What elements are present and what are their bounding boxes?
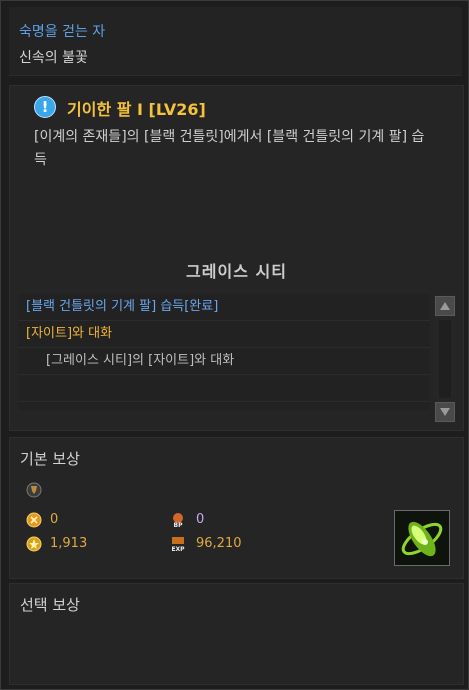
svg-text:BP: BP bbox=[174, 522, 184, 528]
gold-value: 1,913 bbox=[50, 536, 88, 551]
bp-value: 0 bbox=[196, 512, 205, 527]
scroll-down-button[interactable] bbox=[435, 402, 455, 422]
scroll-track[interactable] bbox=[439, 320, 451, 398]
quest-description: [이계의 존재들]의 [블랙 건틀릿]에게서 [블랙 건틀릿의 기계 팔] 습득 bbox=[34, 129, 425, 168]
objective-scrollbar[interactable] bbox=[434, 294, 456, 424]
coin-value: 0 bbox=[50, 512, 59, 527]
select-reward-title: 선택 보상 bbox=[20, 596, 80, 614]
quest-chain-title: 숙명을 걷는 자 bbox=[19, 24, 106, 40]
reward-item-slot[interactable] bbox=[394, 510, 450, 566]
select-reward-panel: 선택 보상 bbox=[9, 583, 464, 685]
objective-item-active[interactable]: [자이트]와 대화 bbox=[18, 321, 430, 348]
objective-subitem[interactable]: [그레이스 시티]의 [자이트]와 대화 bbox=[18, 348, 430, 375]
quest-region: 그레이스 시티 bbox=[186, 262, 287, 281]
exclamation-icon: ! bbox=[34, 96, 56, 118]
objective-label: [블랙 건틀릿의 기계 팔] 습득[완료] bbox=[26, 299, 219, 314]
quest-chain-subtitle: 신속의 불꽃 bbox=[19, 50, 88, 66]
chevron-up-icon bbox=[440, 302, 450, 310]
basic-reward-panel: 기본 보상 0 BP 0 1,913 EXP 96,210 bbox=[9, 437, 464, 579]
svg-text:EXP: EXP bbox=[171, 546, 185, 552]
objective-label: [자이트]와 대화 bbox=[26, 326, 113, 341]
quest-chain-header: 숙명을 걷는 자 신속의 불꽃 bbox=[9, 7, 462, 76]
quest-title: 기이한 팔 I [LV26] bbox=[67, 100, 206, 119]
bp-icon: BP bbox=[173, 513, 184, 528]
coin-icon bbox=[26, 512, 42, 528]
chevron-down-icon bbox=[440, 408, 450, 416]
green-orb-item-icon bbox=[395, 511, 449, 565]
medal-icon bbox=[26, 482, 42, 498]
objective-empty-row bbox=[18, 375, 430, 402]
quest-detail-panel: ! 기이한 팔 I [LV26] [이계의 존재들]의 [블랙 건틀릿]에게서 … bbox=[9, 85, 464, 431]
objective-item-completed[interactable]: [블랙 건틀릿의 기계 팔] 습득[완료] bbox=[18, 294, 430, 321]
exp-icon: EXP bbox=[171, 537, 185, 552]
gold-icon bbox=[26, 536, 42, 552]
scroll-up-button[interactable] bbox=[435, 296, 455, 316]
objective-list: [블랙 건틀릿의 기계 팔] 습득[완료] [자이트]와 대화 [그레이스 시티… bbox=[18, 294, 430, 410]
exp-value: 96,210 bbox=[196, 536, 242, 551]
quest-info-window: 숙명을 걷는 자 신속의 불꽃 ! 기이한 팔 I [LV26] [이계의 존재… bbox=[0, 0, 469, 690]
objective-label: [그레이스 시티]의 [자이트]와 대화 bbox=[46, 353, 235, 368]
basic-reward-title: 기본 보상 bbox=[20, 450, 80, 468]
